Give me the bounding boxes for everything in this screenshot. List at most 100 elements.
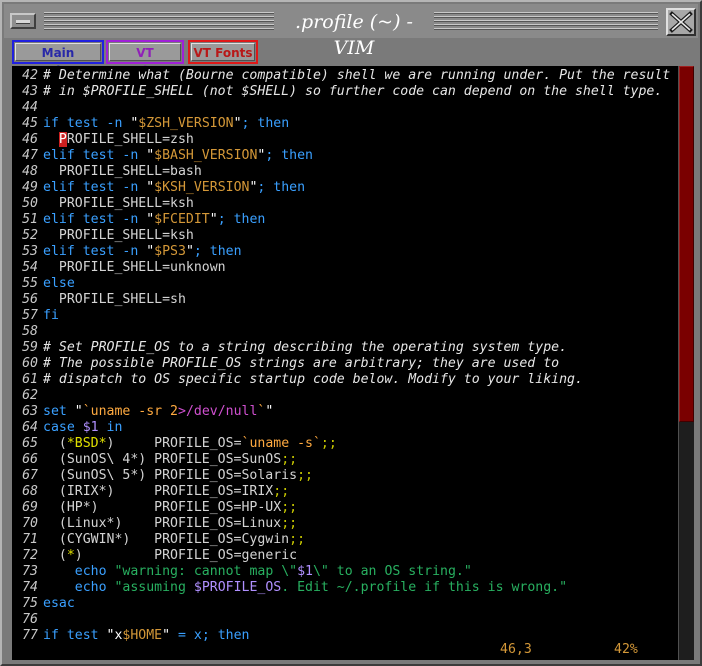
terminal-text-area[interactable]: 42 # Determine what (Bourne compatible) s… — [12, 66, 678, 660]
code-token: ;; — [281, 500, 298, 515]
code-token: in — [98, 420, 123, 435]
close-icon — [669, 11, 693, 33]
minimize-icon — [16, 20, 30, 24]
code-token: " — [146, 212, 155, 227]
code-token: * — [66, 548, 75, 563]
code-token: else — [43, 276, 75, 291]
main-options-label: Main Options — [15, 43, 101, 78]
line-text: (SunOS\ 4*) PROFILE_OS=SunOS;; — [43, 452, 297, 468]
line-text: (*BSD*) PROFILE_OS=`uname -s`;; — [43, 436, 337, 452]
code-token: $1 — [82, 420, 99, 435]
line-text: echo "assuming $PROFILE_OS. Edit ~/.prof… — [43, 580, 567, 596]
code-token: PROFILE_SHELL=bash — [43, 164, 202, 179]
line-text: (HP*) PROFILE_OS=HP-UX;; — [43, 500, 297, 516]
title-bar[interactable]: .profile (~) - VIM — [4, 4, 698, 59]
line-number: 74 — [22, 580, 38, 595]
line-text: PROFILE_SHELL=zsh — [43, 132, 194, 148]
code-token: echo — [43, 564, 115, 579]
line-number: 44 — [22, 100, 38, 115]
code-token: " — [233, 116, 242, 131]
line-text: (Linux*) PROFILE_OS=Linux;; — [43, 516, 297, 532]
line-number: 68 — [22, 484, 38, 499]
line-number: 64 — [22, 420, 38, 435]
code-token: (SunOS\ 5*) PROFILE_OS=Solaris — [43, 468, 298, 483]
line-number: 73 — [22, 564, 38, 579]
code-token: ( — [43, 436, 67, 451]
line-number: 54 — [22, 260, 38, 275]
main-options-menu[interactable]: Main Options — [12, 40, 104, 78]
code-token: = x; then — [170, 628, 250, 643]
code-token: PROFILE_SHELL=ksh — [43, 228, 194, 243]
line-text: (CYGWIN*) PROFILE_OS=Cygwin;; — [43, 532, 305, 548]
line-text: elif test -n "$BASH_VERSION"; then — [43, 148, 313, 164]
line-text: # in $PROFILE_SHELL (not $SHELL) so furt… — [43, 84, 662, 100]
scrollbar[interactable] — [678, 66, 694, 660]
code-token: " — [265, 404, 274, 419]
code-token: "warning: cannot map \" — [114, 564, 298, 579]
line-text: PROFILE_SHELL=ksh — [43, 196, 194, 212]
code-token: if test -n — [43, 116, 131, 131]
code-token: (CYGWIN*) PROFILE_OS=Cygwin — [43, 532, 290, 547]
code-token: ;; — [281, 452, 298, 467]
line-text: esac — [43, 596, 75, 612]
xterm-menubar: Main Options VT Options VT Fonts — [10, 40, 698, 78]
close-button[interactable] — [666, 8, 696, 36]
line-text: (IRIX*) PROFILE_OS=IRIX;; — [43, 484, 289, 500]
line-number: 57 — [22, 308, 38, 323]
code-token: $ZSH_VERSION — [138, 116, 234, 131]
line-number: 66 — [22, 452, 38, 467]
code-token: PROFILE_SHELL=sh — [43, 292, 186, 307]
code-token: (IRIX*) PROFILE_OS=IRIX — [43, 484, 274, 499]
line-number: 50 — [22, 196, 38, 211]
line-number: 65 — [22, 436, 38, 451]
code-token: $KSH_VERSION — [154, 180, 250, 195]
vt-fonts-menu[interactable]: VT Fonts — [188, 40, 258, 64]
code-token: PROFILE_SHELL=unknown — [43, 260, 226, 275]
code-token: $1 — [297, 564, 313, 579]
code-token: ;; — [320, 436, 337, 451]
code-token: echo — [43, 580, 115, 595]
line-number: 62 — [22, 388, 38, 403]
line-number: 47 — [22, 148, 38, 163]
line-text: (*) PROFILE_OS=generic — [43, 548, 297, 564]
code-token: case — [43, 420, 83, 435]
code-token: ;; — [281, 516, 298, 531]
vim-status-line: 46,3 42% — [12, 642, 678, 658]
code-token: elif test -n — [43, 148, 147, 163]
code-token: esac — [43, 596, 75, 611]
line-text: set "`uname -sr 2>/dev/null`" — [43, 404, 273, 420]
line-number: 58 — [22, 324, 38, 339]
line-text: else — [43, 276, 75, 292]
code-token: ROFILE_SHELL=zsh — [66, 132, 194, 147]
line-number: 61 — [22, 372, 38, 387]
line-number: 76 — [22, 612, 38, 627]
code-token: $BASH_VERSION — [154, 148, 258, 163]
code-token: elif test -n — [43, 244, 147, 259]
code-token: " — [209, 212, 218, 227]
line-text: PROFILE_SHELL=bash — [43, 164, 202, 180]
vt-options-menu[interactable]: VT Options — [106, 40, 184, 78]
line-number: 59 — [22, 340, 38, 355]
code-token: ; then — [217, 212, 266, 227]
line-text: case $1 in — [43, 420, 122, 436]
code-token: ;; — [273, 484, 290, 499]
line-number: 45 — [22, 116, 38, 131]
line-number: 55 — [22, 276, 38, 291]
code-token: "assuming — [114, 580, 194, 595]
line-number: 51 — [22, 212, 38, 227]
scrollbar-thumb[interactable] — [679, 66, 694, 422]
line-number: 63 — [22, 404, 38, 419]
code-token: . Edit ~/.profile if this is wrong." — [281, 580, 568, 595]
code-token: elif test -n — [43, 212, 147, 227]
line-text: # dispatch to OS specific startup code b… — [43, 372, 583, 388]
code-token: ( — [43, 548, 67, 563]
window-menu-button[interactable] — [10, 13, 36, 29]
code-token: " — [185, 244, 194, 259]
line-text: elif test -n "$FCEDIT"; then — [43, 212, 265, 228]
code-token: $FCEDIT — [154, 212, 210, 227]
code-token: set — [43, 404, 75, 419]
code-token: \" to an OS string." — [312, 564, 472, 579]
line-number: 60 — [22, 356, 38, 371]
line-text: elif test -n "$KSH_VERSION"; then — [43, 180, 305, 196]
line-number: 71 — [22, 532, 38, 547]
